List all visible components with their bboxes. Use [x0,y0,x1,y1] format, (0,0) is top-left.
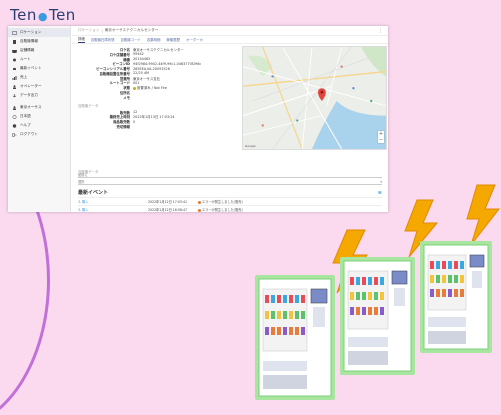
event-name[interactable]: 3. 購入 [78,207,148,212]
tab-4[interactable]: 稼働履歴 [166,37,180,43]
detail-value: 285EEA-VA-20091526 [133,66,170,71]
event-detail-text: エラーが発生しました(販売) [202,200,243,204]
tab-3[interactable]: 収集明細 [147,37,161,43]
sidebar: ロケーション 自販機情報店舗情報ルート最新イベント 売上オペレーター データ出力東京オ… [8,26,71,212]
sidebar-item-logout[interactable]: ログアウト [8,130,70,139]
select-value-2: 選択 [78,180,85,184]
zoom-out-button[interactable]: − [378,137,384,143]
breadcrumb-parent[interactable]: ロケーション [78,28,100,33]
sidebar-item-label: ロケーション [20,30,42,34]
logout-icon [12,132,17,137]
detail-value: 99442 [133,52,144,57]
sidebar-item-route[interactable]: ルート [8,55,70,64]
brand-logo: Ten●Ten [10,6,76,24]
download-icon [12,93,17,98]
map-zoom-controls: + − [378,131,384,143]
promo-stage: Ten●Ten ロケーション 自販機情報 店舗情報 ルート 最新イベント 売上 オペレーター… [0,0,501,415]
sidebar-item-building[interactable]: ロケーション [8,28,70,37]
event-name[interactable]: 3. 購入 [78,199,148,204]
tab-1[interactable]: 自販機在庫状態 [91,37,115,43]
sidebar-item-label: 自販機情報 [20,39,38,43]
map-attribution: Google [245,144,256,148]
event-time: 2022年1月12日 17:03:41 [148,200,188,204]
sidebar-item-chart[interactable]: 売上 [8,73,70,82]
event-detail: エラーが発生しました(販売) [198,199,243,204]
warning-dot-icon [198,208,201,212]
sidebar-item-label: 東京オーサス [20,105,42,109]
detail-value: 2022年1月13日 17:03:24 [133,115,175,120]
sidebar-item-label: データ出力 [20,93,38,97]
building-icon [12,30,17,35]
status-dot-icon [133,86,136,90]
detail-key: 売切情報 [116,125,130,130]
status-text: 設置済み / Not Fire [137,86,167,91]
vending-machines-graphic [255,184,501,400]
breadcrumb-current: 東京オーサステクニカルセンター [104,28,159,32]
detail-row: 売切情報 [78,124,238,129]
detail-row: メモ [78,95,238,100]
sidebar-item-globe[interactable]: 日本語 [8,112,70,121]
help-icon [12,123,17,128]
sidebar-item-label: ヘルプ [20,123,31,127]
vending-icon [12,39,17,44]
location-map[interactable]: + − Google [242,46,387,150]
sidebar-item-label: ルート [20,57,31,61]
detail-value: 東京オーサス支社 [133,76,160,81]
map-canvas [243,47,386,149]
sidebar-item-user[interactable]: オペレーター [8,82,70,91]
event-detail: エラーが発生しました(販売) [198,207,243,212]
chart-icon [12,75,17,80]
location-details: ロケ名 東京オーサステクニカルセンター ロケ店舗番号 99442 機番 20154462 ビ… [78,47,238,129]
detail-key: メモ [123,95,130,100]
select-value: 品揃え [78,173,88,177]
logo-dot: ● [37,10,48,23]
sidebar-item-label: 最新イベント [20,66,42,70]
logo-left: Ten [10,6,37,24]
tab-bar: 詳細 自販機在庫状態 自販機コード 収集明細 稼働履歴 オーダーカ [72,36,388,44]
tab-0[interactable]: 詳細 [78,36,85,43]
detail-value: 20154462 [133,56,151,61]
section-label: 自販機データ [78,103,99,108]
tab-2[interactable]: 自販機コード [121,37,141,43]
sidebar-item-label: 売上 [20,75,28,79]
sidebar-item-label: ログアウト [20,132,38,136]
detail-value: 東京オーサステクニカルセンター [133,47,184,52]
sidebar-item-download[interactable]: データ出力 [8,91,70,100]
tab-5[interactable]: オーダーカ [186,37,203,43]
sidebar-item-label: 日本語 [20,114,31,118]
vending-machines-illustration [245,175,501,415]
sidebar-item-bell[interactable]: 最新イベント [8,64,70,73]
sidebar-item-vending[interactable]: 自販機情報 [8,37,70,46]
sidebar-item-label: オペレーター [20,84,42,88]
breadcrumb: ロケーション | 東京オーサステクニカルセンター ⋮ [72,26,388,36]
store-icon [12,49,17,53]
event-time: 2022年1月12日 16:58:47 [148,208,188,212]
detail-value: 設置済み / Not Fire [133,85,167,90]
logo-right: Ten [48,6,76,24]
user-icon [12,84,17,89]
sidebar-item-store[interactable]: 店舗情報 [8,46,70,55]
warning-dot-icon [198,200,201,204]
globe-icon [12,114,17,119]
sidebar-item-help[interactable]: ヘルプ [8,121,70,130]
more-menu-icon[interactable]: ⋮ [378,28,383,34]
bell-icon [12,67,17,71]
sidebar-item-label: 店舗情報 [20,48,35,52]
route-icon [12,58,17,62]
sidebar-item-person[interactable]: 東京オーサス [8,103,70,112]
events-title: 最新イベント [78,190,109,196]
event-detail-text: エラーが発生しました(販売) [202,208,243,212]
detail-value: 0 [133,119,136,124]
detail-value: 94f2984-9942-44f9-99c1-0463770f296c [133,61,202,66]
person-icon [12,105,17,110]
breadcrumb-separator: | [101,28,103,33]
